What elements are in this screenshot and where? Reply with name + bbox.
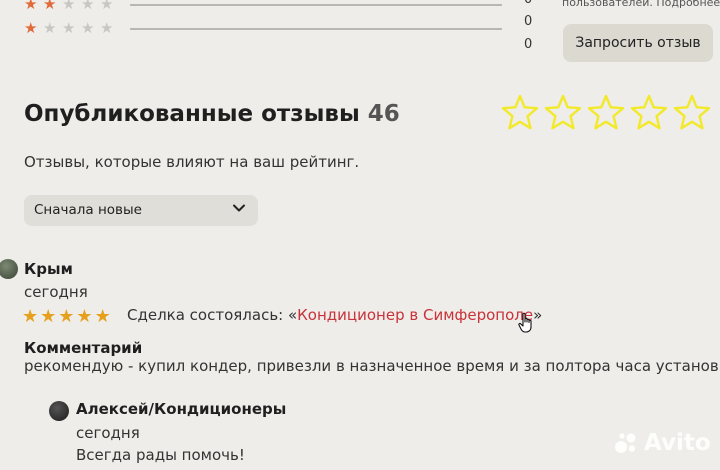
sort-dropdown[interactable]: Сначала новые: [24, 195, 258, 226]
title-text: Опубликованные отзывы: [24, 101, 360, 127]
star-empty-icon: ★: [62, 0, 76, 13]
review-comment: рекомендую - купил кондер, привезли в на…: [24, 357, 720, 375]
chevron-down-icon: [232, 201, 246, 219]
star-outline-icon: [673, 94, 711, 130]
star-filled-icon: ★: [22, 306, 39, 327]
star-empty-icon: ★: [43, 19, 57, 37]
review-date: сегодня: [24, 283, 88, 301]
star-empty-icon: ★: [81, 0, 95, 13]
more-info-note[interactable]: пользователей. Подробнее: [562, 0, 720, 9]
star-outline-icon: [630, 94, 668, 130]
review-rating: ★ ★ ★ ★ ★: [22, 306, 113, 327]
star-filled-icon: ★: [24, 0, 38, 13]
rating-count: 0: [524, 0, 532, 7]
review-count: 46: [367, 101, 400, 127]
star-empty-icon: ★: [62, 19, 76, 37]
star-filled-icon: ★: [58, 306, 75, 327]
star-empty-icon: ★: [81, 19, 95, 37]
avito-logo-icon: [615, 433, 636, 453]
request-review-button[interactable]: Запросить отзыв: [563, 24, 713, 62]
page-title: Опубликованные отзывы 46: [24, 101, 400, 127]
star-empty-icon: ★: [100, 19, 114, 37]
star-outline-icon: [587, 94, 625, 130]
avatar[interactable]: [0, 259, 18, 279]
star-filled-icon: ★: [43, 0, 57, 13]
star-filled-icon: ★: [94, 306, 111, 327]
comment-heading: Комментарий: [24, 339, 143, 357]
rating-bar: [130, 4, 502, 6]
deal-prefix: Сделка состоялась: «: [127, 306, 298, 324]
avatar[interactable]: [49, 401, 69, 421]
star-outline-icon: [544, 94, 582, 130]
star-filled-icon: ★: [24, 19, 38, 37]
rating-count: 0: [524, 14, 533, 29]
sort-label: Сначала новые: [34, 202, 142, 218]
deal-link[interactable]: Кондиционер в Симферополе: [297, 306, 533, 324]
avito-watermark: Avito: [614, 430, 711, 456]
star-filled-icon: ★: [76, 306, 93, 327]
hand-cursor-icon: [518, 312, 536, 338]
star-empty-icon: ★: [100, 0, 114, 13]
deal-info: Сделка состоялась: «Кондиционер в Симфер…: [127, 306, 542, 324]
rating-bar: [130, 28, 502, 30]
reply-text: Всегда рады помочь!: [76, 446, 245, 464]
reply-author[interactable]: Алексей/Кондиционеры: [76, 400, 286, 418]
page-subtitle: Отзывы, которые влияют на ваш рейтинг.: [24, 153, 360, 171]
star-filled-icon: ★: [40, 306, 57, 327]
reply-date: сегодня: [76, 424, 140, 442]
rating-stars-outline: [500, 93, 715, 137]
watermark-text: Avito: [644, 430, 711, 456]
star-outline-icon: [501, 94, 539, 130]
rating-count: 0: [524, 37, 533, 52]
review-author[interactable]: Крым: [24, 260, 73, 278]
